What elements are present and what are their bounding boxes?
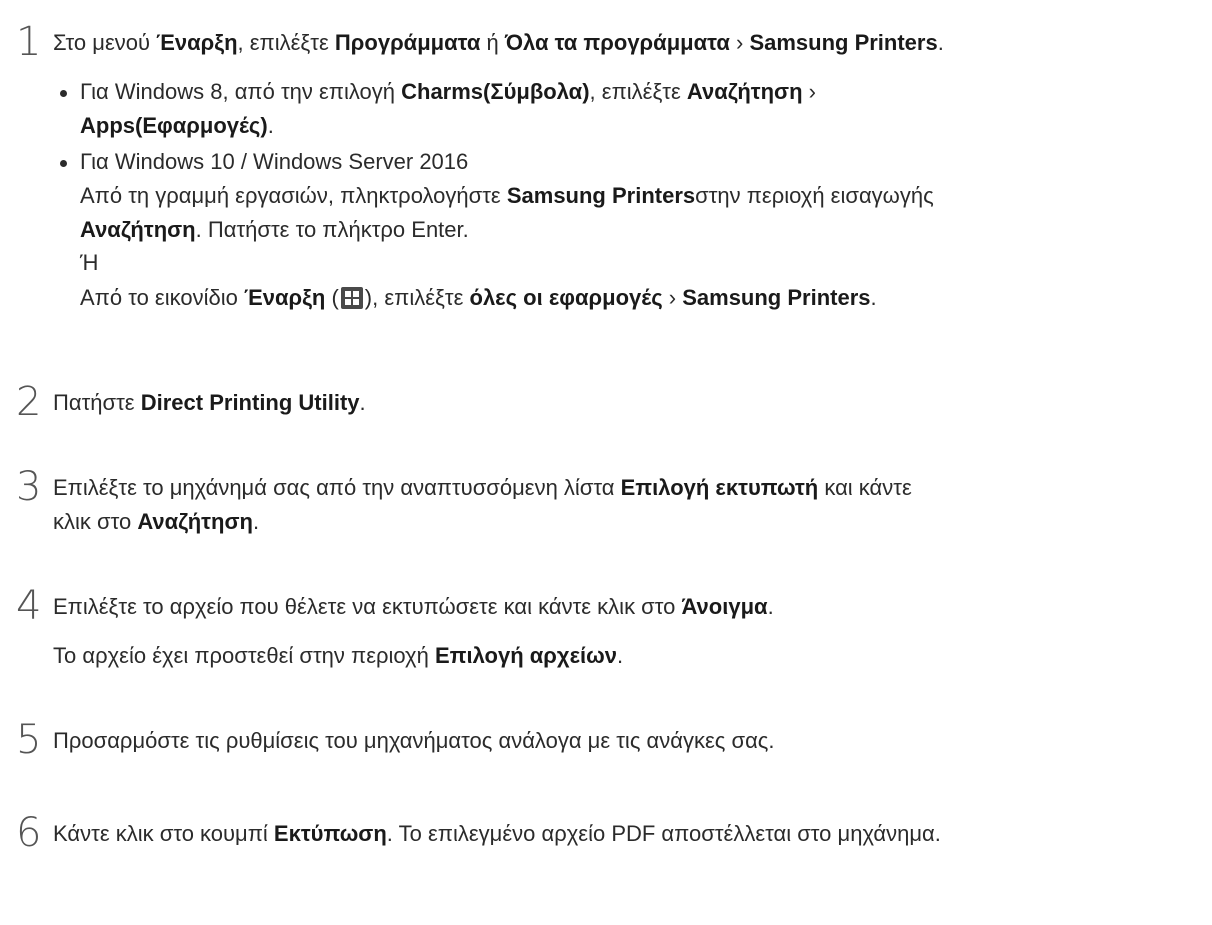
step-text: Προσαρμόστε τις ρυθμίσεις του μηχανήματο… bbox=[53, 728, 775, 753]
step-text: Πατήστε Direct Printing Utility. bbox=[53, 390, 366, 415]
step-number: 2 bbox=[16, 379, 42, 425]
step-number: 5 bbox=[16, 717, 42, 763]
step-number: 3 bbox=[16, 464, 42, 510]
bullet-win8-cont: Apps(Εφαρμογές). bbox=[80, 113, 274, 138]
bullet-win10-line: Αναζήτηση. Πατήστε το πλήκτρο Enter. bbox=[80, 217, 469, 242]
step-number: 6 bbox=[16, 810, 42, 856]
step-text: Κάντε κλικ στο κουμπί Εκτύπωση. Το επιλε… bbox=[53, 821, 941, 846]
step-text-cont: κλικ στο Αναζήτηση. bbox=[53, 509, 260, 534]
instructions-page: 1 Στο μενού Έναρξη, επιλέξτε Προγράμματα… bbox=[0, 0, 1212, 925]
step-text: Επιλέξτε το μηχάνημά σας από την αναπτυσ… bbox=[53, 475, 912, 500]
bullet-win10-line: Από το εικονίδιο Έναρξη (), επιλέξτε όλε… bbox=[80, 285, 877, 310]
windows-start-icon bbox=[340, 287, 363, 309]
bullet-win10-title: Για Windows 10 / Windows Server 2016 bbox=[80, 149, 469, 174]
bullet-win10-or: Ή bbox=[80, 250, 99, 275]
bullet-win8: Για Windows 8, από την επιλογή Charms(Σύ… bbox=[80, 79, 816, 104]
step-note: Το αρχείο έχει προστεθεί στην περιοχή Επ… bbox=[53, 643, 624, 668]
step-text: Στο μενού Έναρξη, επιλέξτε Προγράμματα ή… bbox=[53, 30, 944, 55]
bullet-win10-line: Από τη γραμμή εργασιών, πληκτρολογήστε S… bbox=[80, 183, 934, 208]
step-text: Επιλέξτε το αρχείο που θέλετε να εκτυπώσ… bbox=[53, 594, 774, 619]
step-number: 1 bbox=[16, 19, 42, 65]
bullet-dot bbox=[60, 90, 67, 97]
bullet-dot bbox=[60, 160, 67, 167]
step-number: 4 bbox=[16, 583, 42, 629]
